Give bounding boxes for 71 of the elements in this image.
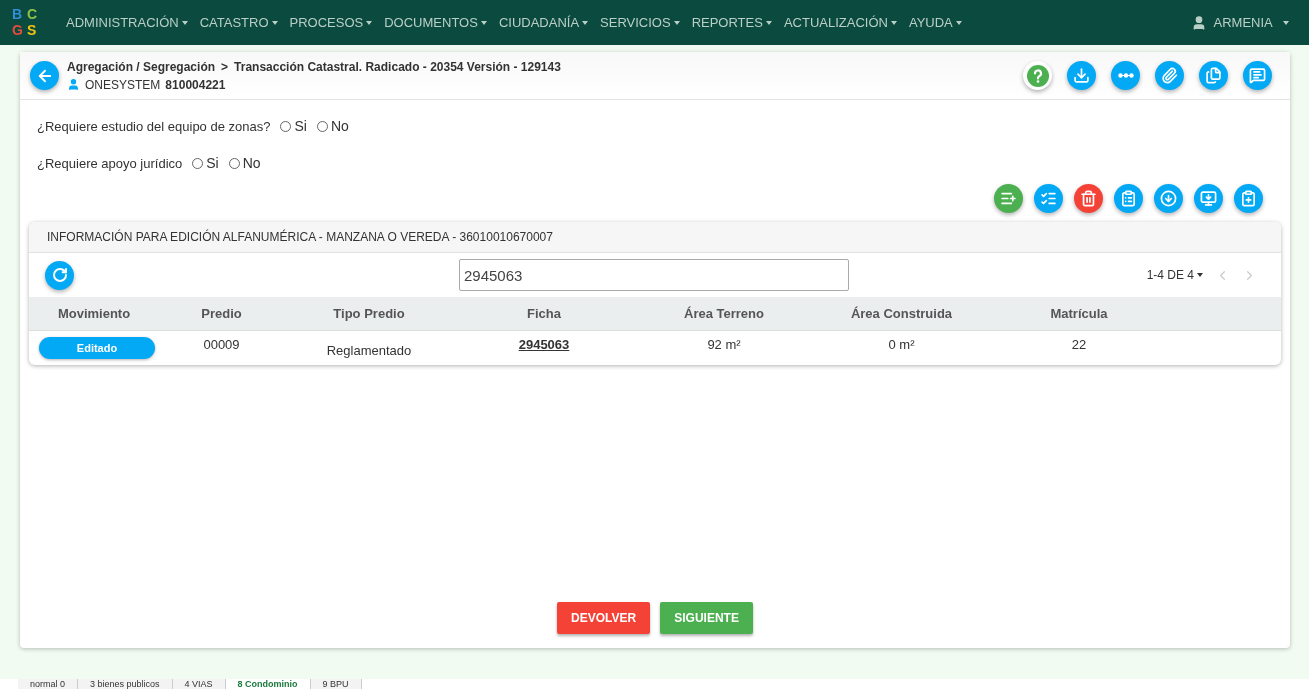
column-header: Movimiento	[56, 305, 132, 323]
owner-name: ONESYSTEM	[85, 77, 161, 92]
clipboard-button[interactable]	[1114, 184, 1143, 213]
column-header: Área Construida	[849, 305, 954, 323]
sheet-tab[interactable]: normal 0	[18, 679, 78, 689]
radio-option[interactable]: Si	[192, 155, 219, 171]
table-cell: 0 m²	[888, 337, 915, 352]
column-header: Tipo Predio	[332, 305, 406, 323]
download-icon	[1073, 67, 1090, 84]
column-header: Predio	[200, 305, 243, 323]
breadcrumb-separator: >	[221, 59, 229, 74]
menu-item[interactable]: DOCUMENTOS	[378, 15, 493, 30]
trash-icon	[1080, 190, 1097, 207]
radio-option[interactable]: No	[228, 155, 261, 171]
download-button[interactable]	[1067, 61, 1096, 90]
owner-id: 810004221	[165, 77, 226, 92]
documents-button[interactable]	[1199, 61, 1228, 90]
comment-icon	[1249, 67, 1266, 84]
search-field[interactable]: 2945063	[459, 259, 849, 291]
menu-item[interactable]: AYUDA	[902, 15, 968, 30]
table-cell: 92 m²	[707, 337, 741, 352]
documents-icon	[1205, 67, 1222, 84]
menu-item[interactable]: CATASTRO	[193, 15, 284, 30]
refresh-icon	[51, 267, 68, 283]
column-header: Matrícula	[1049, 305, 1109, 323]
menu-item[interactable]: ACTUALIZACIÓN	[777, 15, 903, 30]
paperclip-button[interactable]	[1155, 61, 1184, 90]
menu-item[interactable]: REPORTES	[685, 15, 778, 30]
trash-button[interactable]	[1074, 184, 1103, 213]
question-label: ¿Requiere estudio del equipo de zonas?	[37, 118, 271, 134]
ellipsis-icon	[1117, 73, 1134, 78]
question-label: ¿Requiere apoyo jurídico	[37, 155, 183, 171]
menu-item[interactable]: CIUDADANÍA	[492, 15, 595, 30]
list-check-button[interactable]	[1034, 184, 1063, 213]
logo[interactable]: B C G S	[12, 6, 42, 39]
circle-arrow-down-button[interactable]	[1154, 184, 1183, 213]
action-button[interactable]: DEVOLVER	[557, 602, 651, 634]
comment-button[interactable]	[1243, 61, 1272, 90]
back-button[interactable]	[30, 61, 59, 90]
menu-item[interactable]: ADMINISTRACIÓN	[60, 15, 194, 30]
menu-item[interactable]: PROCESOS	[283, 15, 379, 30]
clipboard-plus-button[interactable]	[1234, 184, 1263, 213]
clipboard-plus-icon	[1240, 190, 1257, 207]
ficha-link[interactable]: 2945063	[518, 337, 570, 352]
breadcrumb-item[interactable]: Transacción Catastral. Radicado - 20354 Versión - 129143	[234, 59, 561, 74]
user-icon	[67, 78, 80, 91]
menu-item[interactable]: SERVICIOS	[594, 15, 686, 30]
table-cell: 22	[1071, 337, 1087, 352]
paperclip-icon	[1161, 67, 1178, 84]
refresh-button[interactable]	[45, 260, 74, 290]
circle-arrow-down-icon	[1160, 190, 1177, 207]
list-plus-button[interactable]	[994, 184, 1023, 213]
sheet-tab[interactable]: 3 bienes publicos	[78, 679, 173, 689]
clipboard-icon	[1120, 190, 1137, 207]
more-button[interactable]	[1111, 61, 1140, 90]
pagination-dropdown[interactable]: 1-4 DE 4	[1140, 267, 1209, 283]
panel-title: INFORMACIÓN PARA EDICIÓN ALFANUMÉRICA - MANZANA O VEREDA - 36010010670007	[29, 222, 1281, 253]
user-menu[interactable]: ARMENIA	[1184, 14, 1295, 31]
list-check-icon	[1040, 190, 1057, 207]
column-header: Área Terreno	[683, 305, 765, 323]
sheet-tab[interactable]: 4 VIAS	[172, 679, 226, 689]
sheet-tab[interactable]: 9 BPU	[310, 679, 362, 689]
radio-option[interactable]: Si	[280, 118, 307, 134]
monitor-download-icon	[1200, 190, 1217, 207]
table-cell: Reglamentado	[326, 343, 412, 358]
column-header: Ficha	[526, 305, 562, 323]
table-cell: 00009	[203, 337, 240, 352]
monitor-download-button[interactable]	[1194, 184, 1223, 213]
list-plus-icon	[1000, 190, 1017, 207]
breadcrumb-item[interactable]: Agregación / Segregación	[67, 59, 216, 74]
radio-option[interactable]: No	[316, 118, 349, 134]
